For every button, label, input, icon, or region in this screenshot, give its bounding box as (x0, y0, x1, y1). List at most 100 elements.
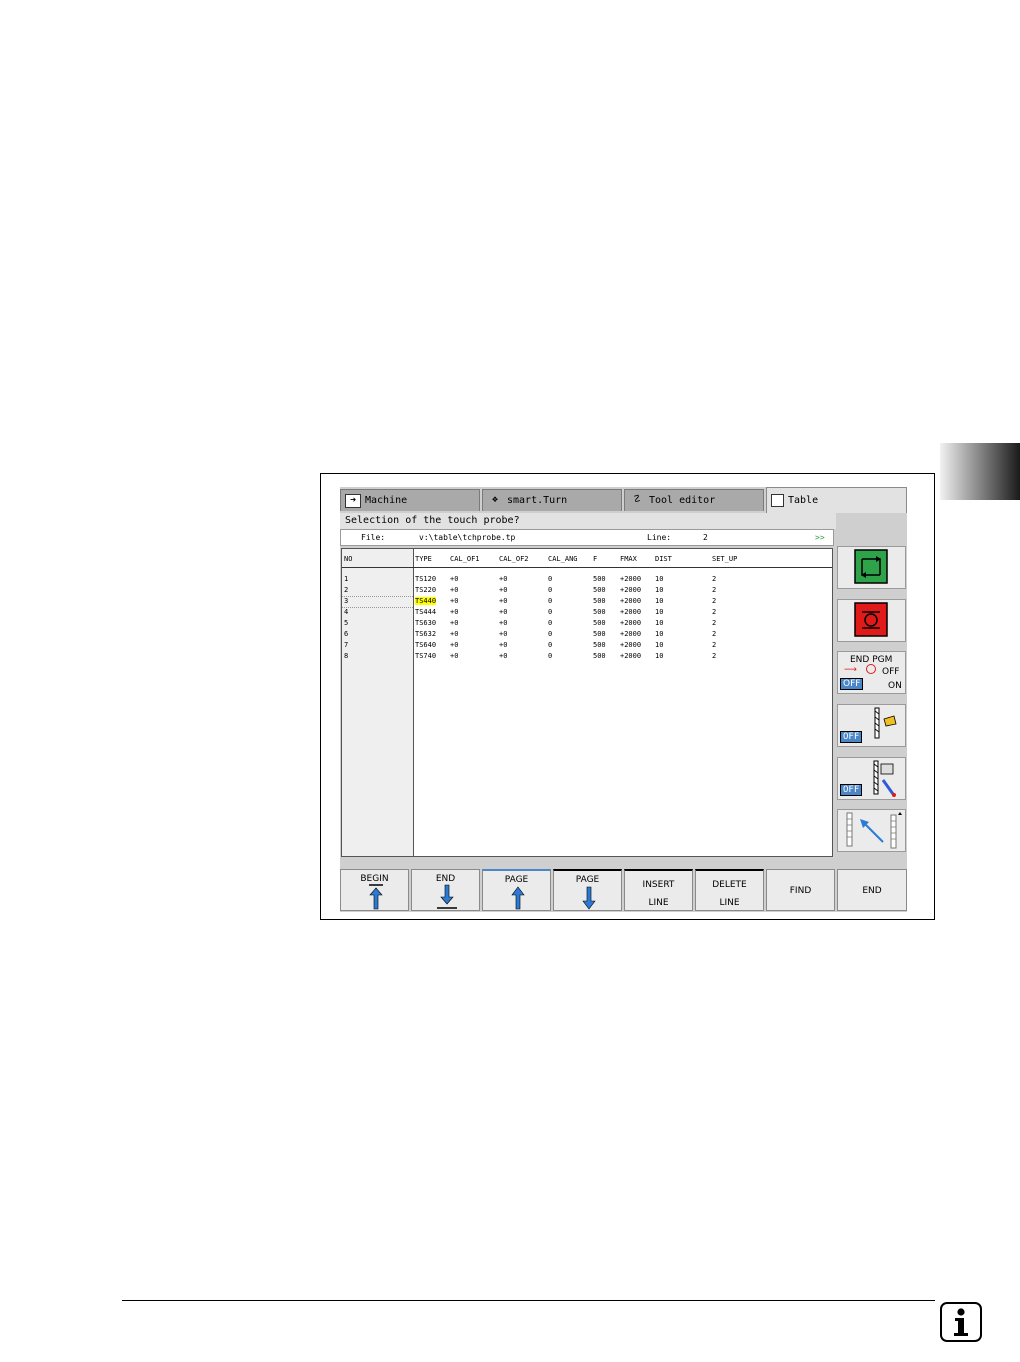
table-cell[interactable]: 10 (655, 652, 663, 660)
arrow-up-icon (511, 886, 525, 910)
table-cell[interactable]: 500 (593, 608, 606, 616)
table-cell[interactable]: 10 (655, 619, 663, 627)
row-number[interactable]: 1 (344, 575, 348, 583)
page-down-button[interactable]: PAGE (553, 869, 622, 911)
table-cell[interactable]: +2000 (620, 652, 641, 660)
tool-probe-toggle-key[interactable]: OFF (837, 757, 906, 800)
row-number[interactable]: 6 (344, 630, 348, 638)
table-cell[interactable]: 10 (655, 575, 663, 583)
table-cell[interactable]: +0 (499, 630, 507, 638)
table-cell[interactable]: +0 (499, 652, 507, 660)
table-cell[interactable]: +0 (499, 586, 507, 594)
table-cell[interactable]: 2 (712, 630, 716, 638)
table-cell[interactable]: +0 (450, 630, 458, 638)
table-cell[interactable]: +0 (499, 608, 507, 616)
table-cell[interactable]: +0 (450, 575, 458, 583)
table-cell[interactable]: 500 (593, 597, 606, 605)
tab-label: smart.Turn (507, 495, 568, 506)
tab-table[interactable]: Table (766, 487, 907, 513)
end-pgm-toggle-key[interactable]: END PGM ⟶ OFF OFF ON (837, 651, 906, 694)
table-cell[interactable]: TS444 (415, 608, 436, 616)
off-indicator: OFF (840, 678, 864, 690)
table-cell[interactable]: 0 (548, 586, 552, 594)
table-cell[interactable]: 2 (712, 641, 716, 649)
table-cell[interactable]: +0 (450, 597, 458, 605)
table-cell[interactable]: +2000 (620, 619, 641, 627)
table-cell[interactable]: +2000 (620, 641, 641, 649)
table-cell[interactable]: 0 (548, 597, 552, 605)
tab-smart-turn[interactable]: ❖ smart.Turn (482, 489, 622, 511)
end-button[interactable]: END (837, 869, 907, 911)
table-cell[interactable]: 10 (655, 641, 663, 649)
table-cell[interactable]: 500 (593, 575, 606, 583)
row-number[interactable]: 4 (344, 608, 348, 616)
table-cell[interactable]: 500 (593, 652, 606, 660)
table-cell[interactable]: 2 (712, 608, 716, 616)
table-cell[interactable]: +0 (499, 597, 507, 605)
file-info-bar: File: v:\table\tchprobe.tp Line: 2 >> (340, 529, 834, 546)
table-cell[interactable]: 2 (712, 586, 716, 594)
tab-machine[interactable]: ➜ Machine (340, 489, 480, 511)
table-cell[interactable]: +0 (499, 619, 507, 627)
table-cell[interactable]: 500 (593, 641, 606, 649)
table-cell[interactable]: +0 (450, 619, 458, 627)
tab-tool-editor[interactable]: ☡ Tool editor (624, 489, 764, 511)
table-cell[interactable]: 0 (548, 619, 552, 627)
find-button[interactable]: FIND (766, 869, 835, 911)
table-cell[interactable]: 0 (548, 575, 552, 583)
table-cell[interactable]: TS630 (415, 619, 436, 627)
page-up-button[interactable]: PAGE (482, 869, 551, 911)
table-cell[interactable]: +0 (450, 608, 458, 616)
table-cell[interactable]: TS740 (415, 652, 436, 660)
table-cell[interactable]: 10 (655, 608, 663, 616)
row-number[interactable]: 3 (344, 597, 348, 605)
table-cell[interactable]: +2000 (620, 575, 641, 583)
table-cell[interactable]: 2 (712, 619, 716, 627)
table-cell[interactable]: 500 (593, 619, 606, 627)
table-cell[interactable]: 10 (655, 586, 663, 594)
row-number[interactable]: 5 (344, 619, 348, 627)
end-down-button[interactable]: END (411, 869, 480, 911)
table-cell[interactable]: 10 (655, 597, 663, 605)
table-cell[interactable]: +0 (450, 641, 458, 649)
table-cell[interactable]: +2000 (620, 597, 641, 605)
table-cell[interactable]: TS440 (415, 597, 437, 605)
row-number[interactable]: 7 (344, 641, 348, 649)
table-cell[interactable]: 0 (548, 652, 552, 660)
table-cell[interactable]: +2000 (620, 630, 641, 638)
table-cell[interactable]: TS120 (415, 575, 436, 583)
cycle-start-key[interactable] (837, 546, 906, 589)
table-cell[interactable]: 500 (593, 586, 606, 594)
table-cell[interactable]: 2 (712, 575, 716, 583)
row-number[interactable]: 8 (344, 652, 348, 660)
table-cell[interactable]: 10 (655, 630, 663, 638)
table-cell[interactable]: +0 (450, 652, 458, 660)
table-cell[interactable]: 0 (548, 608, 552, 616)
table-cell[interactable]: 2 (712, 597, 716, 605)
cycle-stop-key[interactable] (837, 599, 906, 642)
probe-toggle-key[interactable]: OFF (837, 704, 906, 747)
table-cell[interactable]: 500 (593, 630, 606, 638)
table-cell[interactable]: TS220 (415, 586, 436, 594)
table-cell[interactable]: 2 (712, 652, 716, 660)
begin-button[interactable]: BEGIN (340, 869, 409, 911)
row-number[interactable]: 2 (344, 586, 348, 594)
rapid-override-key[interactable] (837, 809, 906, 852)
column-header-no: NO (344, 555, 353, 563)
table-cell[interactable]: +0 (499, 641, 507, 649)
arrow-up-to-top-icon (369, 884, 383, 910)
red-arrow-icon: ⟶ (844, 665, 857, 675)
file-path: v:\table\tchprobe.tp (419, 533, 516, 542)
more-indicator[interactable]: >> (815, 530, 825, 545)
delete-line-button[interactable]: DELETE LINE (695, 869, 764, 911)
table-cell[interactable]: 0 (548, 641, 552, 649)
table-cell[interactable]: +2000 (620, 608, 641, 616)
table-cell[interactable]: TS632 (415, 630, 436, 638)
tab-label: Tool editor (649, 495, 716, 506)
insert-line-button[interactable]: INSERT LINE (624, 869, 693, 911)
table-cell[interactable]: +2000 (620, 586, 641, 594)
table-cell[interactable]: +0 (499, 575, 507, 583)
table-cell[interactable]: 0 (548, 630, 552, 638)
table-cell[interactable]: TS640 (415, 641, 436, 649)
table-cell[interactable]: +0 (450, 586, 458, 594)
